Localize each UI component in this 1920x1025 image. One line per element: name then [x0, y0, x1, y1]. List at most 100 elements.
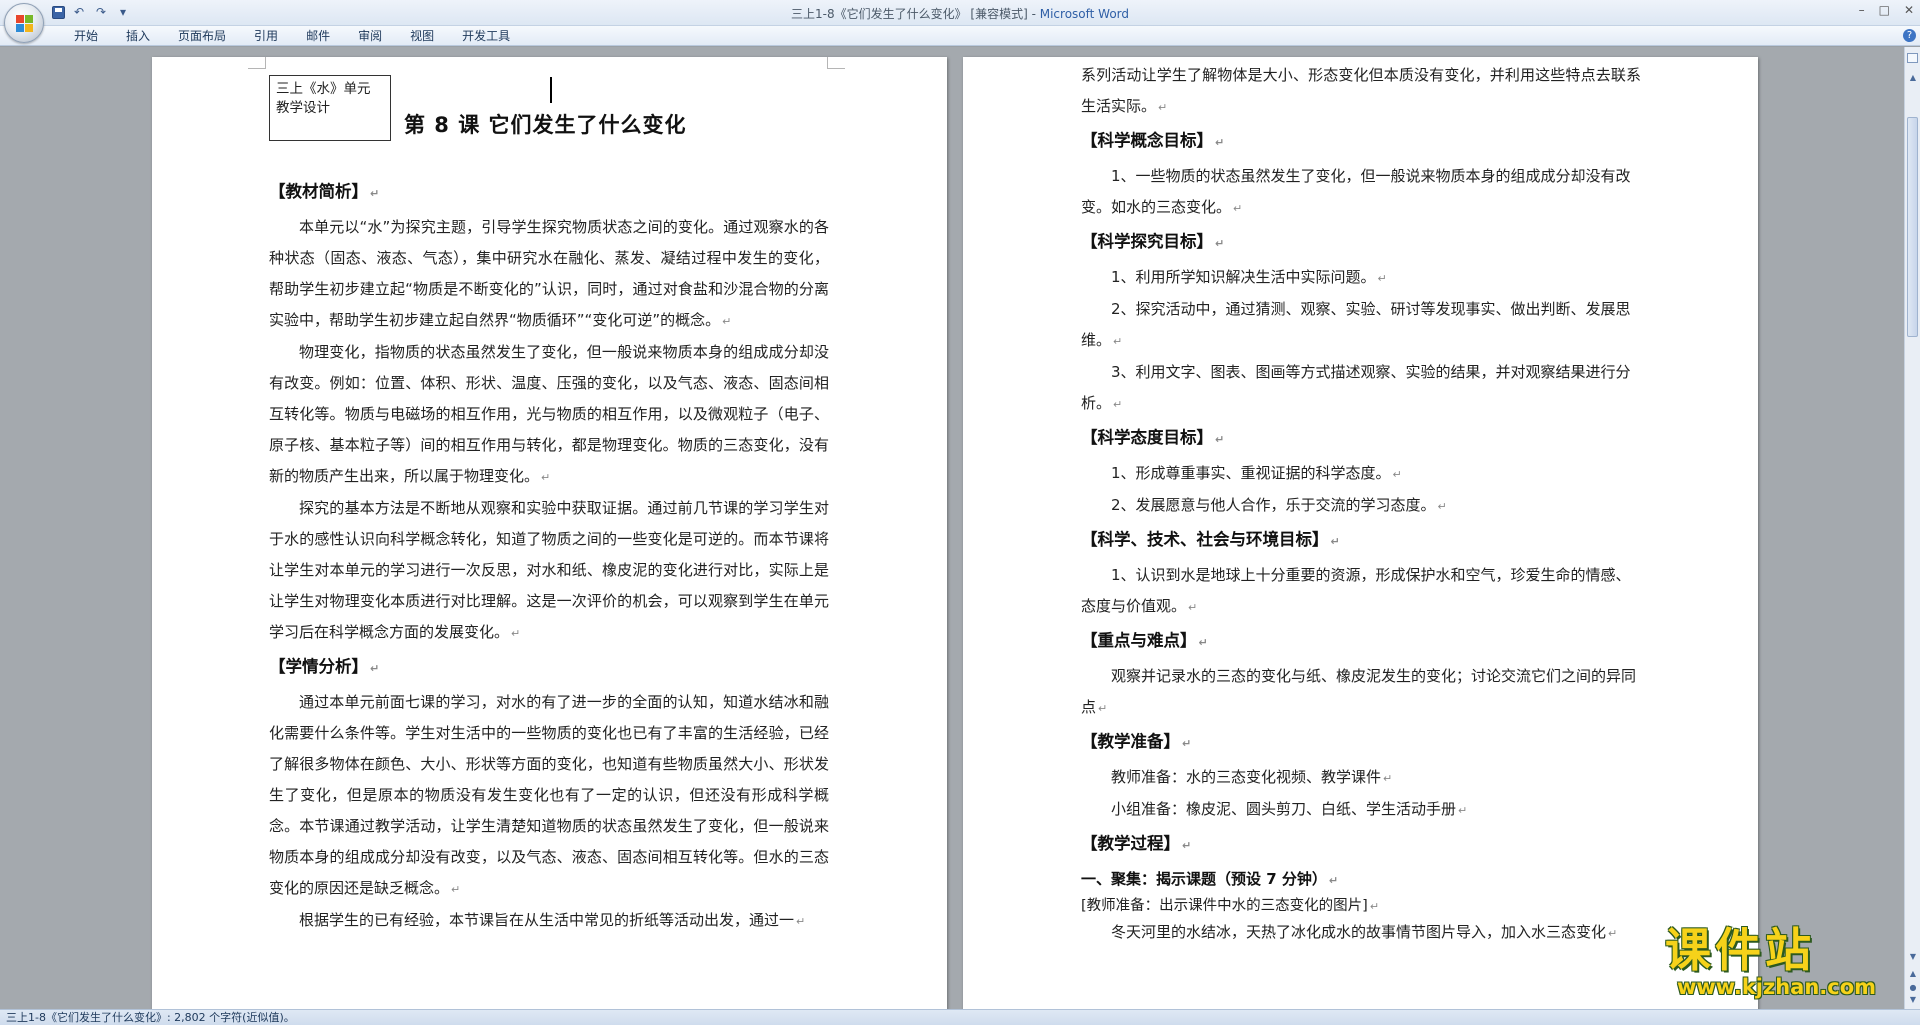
margin-corner-mark [248, 57, 266, 69]
watermark-url: www.kjzhan.com [1677, 975, 1877, 999]
vertical-scrollbar[interactable]: ▲ ▼ ▲ ● ▼ [1904, 47, 1920, 1009]
office-logo-icon [16, 15, 34, 33]
list-item: 2、探究活动中，通过猜测、观察、实验、研讨等发现事实、做出判断、发展思维。 ↵ [1081, 300, 1631, 349]
paragraph-mark-icon: ↵ [511, 627, 521, 640]
paragraph-mark-icon: ↵ [1437, 500, 1447, 513]
paragraph-mark-icon: ↵ [1098, 702, 1108, 715]
paragraph-mark-icon: ↵ [722, 315, 732, 328]
paragraph: 本单元以“水”为探究主题，引导学生探究物质状态之间的变化。通过观察水的各种状态（… [269, 218, 829, 329]
ruler-toggle-icon[interactable] [1907, 53, 1918, 63]
scroll-down-icon[interactable]: ▼ [1908, 952, 1918, 962]
tab-mailings[interactable]: 邮件 [292, 29, 344, 43]
unit-label-line: 教学设计 [276, 100, 330, 116]
paragraph-mark-icon: ↵ [370, 662, 380, 675]
list-item: 2、发展愿意与他人合作，乐于交流的学习态度。 ↵ [1111, 496, 1447, 514]
paragraph-mark-icon: ↵ [1377, 272, 1387, 285]
list-item: 教师准备：水的三态变化视频、教学课件 ↵ [1111, 768, 1393, 786]
minimize-button[interactable]: – [1859, 3, 1865, 17]
paragraph-mark-icon: ↵ [1458, 804, 1468, 817]
paragraph-mark-icon: ↵ [1215, 237, 1225, 250]
window-title: 三上1-8《它们发生了什么变化》 [兼容模式] - Microsoft Word [790, 7, 1130, 21]
tab-insert[interactable]: 插入 [112, 29, 164, 43]
tab-home[interactable]: 开始 [60, 29, 112, 43]
paragraph-mark-icon: ↵ [1328, 874, 1339, 887]
paragraph-mark-icon: ↵ [1182, 737, 1192, 750]
paragraph-mark-icon: ↵ [1198, 636, 1208, 649]
ribbon-tabs: 开始 插入 页面布局 引用 邮件 审阅 视图 开发工具 [60, 29, 524, 43]
list-item: 1、认识到水是地球上十分重要的资源，形成保护水和空气，珍爱生命的情感、态度与价值… [1081, 566, 1631, 615]
paragraph: 物理变化，指物质的状态虽然发生了变化，但一般说来物质本身的组成成分却没有改变。例… [269, 343, 829, 485]
tab-references[interactable]: 引用 [240, 29, 292, 43]
list-item: 冬天河里的水结冰，天热了冰化成水的故事情节图片导入，加入水三态变化 ↵ [1111, 923, 1618, 941]
select-browse-object-icon[interactable]: ● [1908, 983, 1918, 993]
list-item: 1、一些物质的状态虽然发生了变化，但一般说来物质本身的组成成分却没有改变。如水的… [1081, 167, 1631, 216]
paragraph-mark-icon: ↵ [370, 187, 380, 200]
tab-review[interactable]: 审阅 [344, 29, 396, 43]
paragraph: 探究的基本方法是不断地从观察和实验中获取证据。通过前几节课的学习学生对于水的感性… [269, 499, 829, 641]
scroll-thumb[interactable] [1907, 117, 1918, 337]
section-heading: 【教学过程】 ↵ [1081, 834, 1192, 853]
tab-view[interactable]: 视图 [396, 29, 448, 43]
paragraph-mark-icon: ↵ [1392, 468, 1402, 481]
paragraph: 通过本单元前面七课的学习，对水的有了进一步的全面的认知，知道水结冰和融化需要什么… [269, 693, 829, 897]
unit-label-box: 三上《水》单元 教学设计 [269, 75, 391, 141]
paragraph-mark-icon: ↵ [796, 915, 806, 928]
list-item: 观察并记录水的三态的变化与纸、橡皮泥发生的变化；讨论交流它们之间的异同点 ↵ [1081, 667, 1637, 716]
section-heading: 【科学概念目标】 ↵ [1081, 131, 1225, 150]
help-icon[interactable]: ? [1903, 29, 1916, 42]
lesson-title: 第 8 课 它们发生了什么变化 [404, 113, 687, 137]
margin-corner-mark [827, 57, 845, 69]
status-text: 三上1-8《它们发生了什么变化》: 2,802 个字符(近似值)。 [6, 1011, 295, 1024]
paragraph: 根据学生的已有经验，本节课旨在从生活中常见的折纸等活动出发，通过一 ↵ [299, 911, 806, 929]
previous-page-icon[interactable]: ▲ [1908, 969, 1918, 979]
document-workspace[interactable]: 三上《水》单元 教学设计 第 8 课 它们发生了什么变化 【教材简析】 ↵ 本单元以… [0, 47, 1904, 1009]
office-button[interactable] [4, 3, 44, 43]
tab-developer[interactable]: 开发工具 [448, 29, 524, 43]
unit-label-line: 三上《水》单元 [276, 81, 371, 97]
subsection-heading: 一、聚集：揭示课题（预设 7 分钟） ↵ [1081, 870, 1339, 888]
paragraph: 系列活动让学生了解物体是大小、形态变化但本质没有变化，并利用这些特点去联系生活实… [1081, 66, 1641, 115]
watermark-main: 课件站 [1665, 923, 1815, 977]
paragraph-mark-icon: ↵ [1215, 433, 1225, 446]
paragraph-mark-icon: ↵ [1330, 535, 1340, 548]
paragraph-mark-icon: ↵ [1158, 101, 1168, 114]
window-controls: – □ ✕ [1859, 3, 1914, 17]
section-heading: 【科学、技术、社会与环境目标】 ↵ [1081, 530, 1340, 549]
scroll-up-icon[interactable]: ▲ [1908, 73, 1918, 83]
paragraph-mark-icon: ↵ [1113, 398, 1123, 411]
section-heading: 【科学探究目标】 ↵ [1081, 232, 1225, 251]
paragraph-mark-icon: ↵ [451, 883, 461, 896]
section-heading: 【教材简析】 ↵ [269, 182, 380, 201]
list-item: 1、形成尊重事实、重视证据的科学态度。 ↵ [1111, 464, 1402, 482]
tab-page-layout[interactable]: 页面布局 [164, 29, 240, 43]
right-page-body: 系列活动让学生了解物体是大小、形态变化但本质没有变化，并利用这些特点去联系生活实… [1081, 60, 1641, 949]
paragraph-mark-icon: ↵ [541, 471, 551, 484]
left-page-body: 【教材简析】 ↵ 本单元以“水”为探究主题，引导学生探究物质状态之间的变化。通过观察… [269, 174, 829, 937]
list-item: 小组准备：橡皮泥、圆头剪刀、白纸、学生活动手册 ↵ [1111, 800, 1468, 818]
document-page-right[interactable]: 系列活动让学生了解物体是大小、形态变化但本质没有变化，并利用这些特点去联系生活实… [963, 57, 1758, 1009]
ribbon: 开始 插入 页面布局 引用 邮件 审阅 视图 开发工具 ? [0, 26, 1920, 46]
list-item: 3、利用文字、图表、图画等方式描述观察、实验的结果，并对观察结果进行分析。 ↵ [1081, 363, 1631, 412]
paragraph-mark-icon: ↵ [1608, 927, 1618, 940]
paragraph-mark-icon: ↵ [1383, 772, 1393, 785]
section-heading: 【科学态度目标】 ↵ [1081, 428, 1225, 447]
app-name: Microsoft Word [1039, 7, 1130, 21]
paragraph-mark-icon: ↵ [1113, 335, 1123, 348]
paragraph-mark-icon: ↵ [1188, 601, 1198, 614]
paragraph: [教师准备：出示课件中水的三态变化的图片] ↵ [1081, 898, 1380, 914]
text-cursor [550, 77, 552, 103]
paragraph-mark-icon: ↵ [1215, 136, 1225, 149]
section-heading: 【教学准备】 ↵ [1081, 732, 1192, 751]
maximize-button[interactable]: □ [1879, 3, 1890, 17]
title-bar: ↶ ↷ ▾ 三上1-8《它们发生了什么变化》 [兼容模式] - Microsof… [0, 0, 1920, 26]
next-page-icon[interactable]: ▼ [1908, 995, 1918, 1005]
list-item: 1、利用所学知识解决生活中实际问题。 ↵ [1111, 268, 1387, 286]
paragraph-mark-icon: ↵ [1369, 900, 1380, 913]
section-heading: 【学情分析】 ↵ [269, 657, 380, 676]
document-page-left[interactable]: 三上《水》单元 教学设计 第 8 课 它们发生了什么变化 【教材简析】 ↵ 本单元以… [152, 57, 947, 1009]
close-button[interactable]: ✕ [1904, 3, 1914, 17]
site-watermark: 课件站 www.kjzhan.com [1665, 925, 1901, 1005]
section-heading: 【重点与难点】 ↵ [1081, 631, 1208, 650]
paragraph-mark-icon: ↵ [1233, 202, 1243, 215]
paragraph-mark-icon: ↵ [1182, 839, 1192, 852]
